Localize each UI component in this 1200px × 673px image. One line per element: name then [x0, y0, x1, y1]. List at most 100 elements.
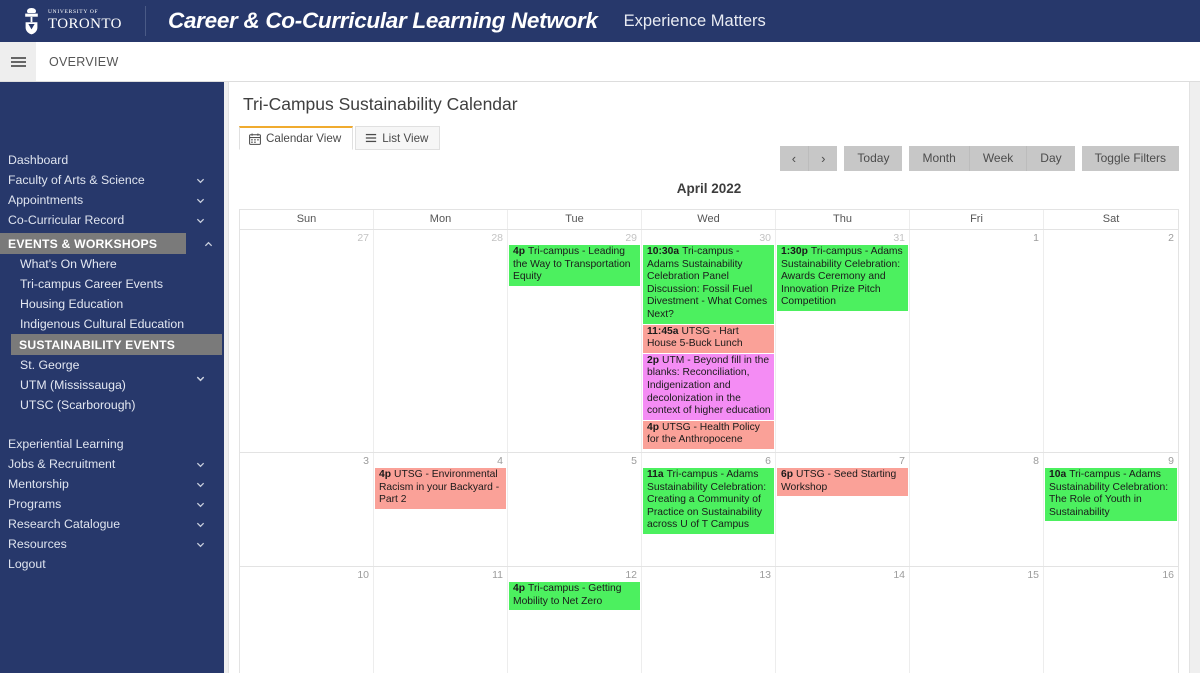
calendar-day-cell[interactable]: 6 11a Tri-campus - Adams Sustainability Ce…: [642, 452, 776, 566]
calendar-day-cell[interactable]: 27: [240, 230, 374, 452]
sidebar-item-logout[interactable]: Logout: [0, 554, 224, 574]
sidebar-item-mentorship[interactable]: Mentorship: [0, 474, 224, 494]
sidebar-item-label: Research Catalogue: [8, 517, 121, 531]
calendar-event[interactable]: 11a Tri-campus - Adams Sustainability Cel…: [643, 467, 774, 534]
sidebar-item-research-catalogue[interactable]: Research Catalogue: [0, 514, 224, 534]
sidebar-item-label: What's On Where: [20, 257, 117, 271]
sidebar-item-label: Appointments: [8, 193, 84, 207]
week-view-button[interactable]: Week: [968, 146, 1027, 171]
sidebar-item-events-workshops[interactable]: EVENTS & WORKSHOPS: [0, 233, 213, 254]
sidebar-item-dashboard[interactable]: Dashboard: [0, 150, 224, 170]
sidebar-item-utsc-scarborough[interactable]: UTSC (Scarborough): [0, 376, 224, 415]
calendar-dow-wed: Wed: [642, 210, 776, 229]
toggle-filters-button[interactable]: Toggle Filters: [1081, 146, 1179, 171]
sidebar: Dashboard Faculty of Arts & Science Appoin…: [0, 82, 224, 673]
calendar-day-cell[interactable]: 8: [910, 452, 1044, 566]
sidebar-item-st-george[interactable]: St. George: [0, 355, 224, 381]
calendar-event[interactable]: 11:45a UTSG - Hart House 5-Buck Lunch: [643, 324, 774, 353]
calendar-event-title: UTSG - Health Policy for the Anthropocen…: [647, 421, 760, 446]
calendar-day-cell[interactable]: 9 10a Tri-campus - Adams Sustainability Ce…: [1044, 453, 1178, 566]
calendar-event[interactable]: 10:30a Tri-campus - Adams Sustainability …: [643, 245, 774, 324]
calendar-event-title: UTSG - Environmental Racism in your Back…: [379, 468, 500, 506]
sidebar-item-tri-campus-career-events[interactable]: Tri-campus Career Events: [0, 274, 224, 294]
brand-header: UNIVERSITY OF TORONTO Career & Co-Curric…: [0, 0, 1200, 42]
calendar-event-title: UTSG - Seed Starting Workshop: [781, 468, 897, 493]
today-button-group: Today: [844, 146, 903, 171]
calendar-day-cell[interactable]: 14: [776, 566, 910, 673]
calendar-event-time: 6p: [781, 468, 794, 480]
chevron-down-icon: [196, 520, 205, 528]
calendar-day-cell[interactable]: 31 1:30p Tri-campus - Adams Sustainability…: [776, 230, 910, 452]
calendar-day-cell[interactable]: 5: [508, 452, 642, 566]
today-button[interactable]: Today: [844, 146, 903, 171]
calendar-day-cell[interactable]: 16: [1044, 567, 1178, 673]
tab-label: Calendar View: [266, 132, 342, 145]
sidebar-item-housing-education[interactable]: Housing Education: [0, 294, 224, 314]
sidebar-item-indigenous-cultural-education[interactable]: Indigenous Cultural Education: [0, 314, 224, 334]
toronto-crest-icon: [25, 8, 38, 35]
sidebar-item-sustainability-events[interactable]: SUSTAINABILITY EVENTS: [11, 334, 222, 355]
calendar-day-cell[interactable]: 1: [910, 230, 1044, 452]
calendar-event[interactable]: 10a Tri-campus - Adams Sustainability Cel…: [1045, 467, 1177, 522]
calendar-day-number: 1: [1033, 232, 1039, 244]
calendar-day-cell[interactable]: 15: [910, 566, 1044, 673]
calendar-dow-fri: Fri: [910, 210, 1044, 229]
calendar-day-cell[interactable]: 28: [374, 230, 508, 452]
calendar-day-headers: Sun Mon Tue Wed Thu Fri Sat: [240, 210, 1178, 229]
calendar-day-cell[interactable]: 13: [642, 566, 776, 673]
view-button-group: Month Week Day: [909, 146, 1075, 171]
calendar-event-title: Tri-campus - Adams Sustainability Celebr…: [647, 468, 767, 531]
sidebar-item-what-s-on-where[interactable]: What's On Where: [0, 254, 224, 274]
sidebar-item-faculty-of-arts-science[interactable]: Faculty of Arts & Science: [0, 170, 224, 190]
sidebar-item-utm-mississauga[interactable]: UTM (Mississauga): [0, 375, 224, 395]
overview-bar: OVERVIEW: [0, 42, 1200, 82]
page-title: Tri-Campus Sustainability Calendar: [243, 94, 518, 114]
calendar-event-time: 4p: [513, 582, 526, 594]
calendar-event-title: Tri-campus - Adams Sustainability Celebr…: [1049, 468, 1169, 518]
calendar-day-cell[interactable]: 2: [1044, 230, 1178, 452]
calendar-day-cell[interactable]: 11: [374, 566, 508, 673]
calendar-event-time: 10:30a: [647, 246, 680, 257]
sidebar-item-co-curricular-record[interactable]: Co-Curricular Record: [0, 210, 224, 230]
calendar-event[interactable]: 4p UTSG - Health Policy for the Anthropoc…: [643, 420, 774, 449]
next-month-button[interactable]: ›: [808, 146, 838, 171]
sidebar-item-experiential-learning[interactable]: Experiential Learning: [0, 434, 224, 454]
calendar-day-cell[interactable]: 30 10:30a Tri-campus - Adams Sustainabilit…: [642, 230, 776, 452]
sidebar-item-label: Experiential Learning: [8, 437, 124, 451]
sidebar-item-appointments[interactable]: Appointments: [0, 190, 224, 210]
sidebar-item-resources[interactable]: Resources: [0, 534, 224, 554]
calendar-day-number: 31: [893, 232, 905, 244]
calendar-week-row: 27 28 29 4p Tri-campus - Leading the Way to …: [240, 229, 1178, 452]
calendar-day-cell[interactable]: 10: [240, 566, 374, 673]
calendar-card: Tri-Campus Sustainability Calendar Calen…: [228, 82, 1190, 673]
chevron-up-icon: [204, 240, 213, 248]
calendar-event[interactable]: 4p UTSG - Environmental Racism in your Ba…: [375, 467, 506, 509]
calendar-day-number: 6: [765, 454, 771, 467]
sidebar-item-jobs-recruitment[interactable]: Jobs & Recruitment: [0, 454, 224, 474]
sidebar-item-programs[interactable]: Programs: [0, 494, 224, 514]
calendar-event[interactable]: 4p Tri-campus - Leading the Way to Transp…: [509, 245, 640, 286]
calendar-event[interactable]: 2p UTM - Beyond fill in the blanks: Recon…: [643, 353, 774, 420]
calendar-event-time: 10a: [1049, 468, 1067, 480]
calendar-event-title: Tri-campus - Adams Sustainability Celebr…: [647, 246, 768, 320]
calendar-day-cell[interactable]: 3: [240, 452, 374, 566]
calendar-day-cell[interactable]: 7 6p UTSG - Seed Starting Workshop: [776, 452, 910, 566]
prev-month-button[interactable]: ‹: [779, 146, 809, 171]
calendar-day-number: 13: [759, 568, 771, 581]
university-logo[interactable]: UNIVERSITY OF TORONTO: [0, 0, 145, 42]
calendar-day-cell[interactable]: 29 4p Tri-campus - Leading the Way to Tran…: [508, 230, 642, 452]
tab-list-view[interactable]: List View: [355, 126, 441, 150]
day-view-button[interactable]: Day: [1026, 146, 1075, 171]
calendar-day-cell[interactable]: 4 4p UTSG - Environmental Racism in your B…: [374, 452, 508, 566]
calendar-event[interactable]: 4p Tri-campus - Getting Mobility to Net Z…: [509, 581, 640, 611]
sidebar-item-label: Dashboard: [8, 153, 69, 167]
calendar-event[interactable]: 1:30p Tri-campus - Adams Sustainability C…: [777, 245, 908, 311]
breadcrumb: OVERVIEW: [49, 54, 119, 69]
month-view-button[interactable]: Month: [909, 146, 969, 171]
sidebar-item-label: St. George: [20, 358, 80, 372]
calendar-day-cell[interactable]: 12 4p Tri-campus - Getting Mobility to Net…: [508, 566, 642, 673]
calendar-event-time: 11:45a: [647, 325, 679, 337]
tab-calendar-view[interactable]: Calendar View: [239, 126, 354, 150]
calendar-event[interactable]: 6p UTSG - Seed Starting Workshop: [777, 467, 908, 497]
hamburger-icon[interactable]: [0, 42, 36, 81]
